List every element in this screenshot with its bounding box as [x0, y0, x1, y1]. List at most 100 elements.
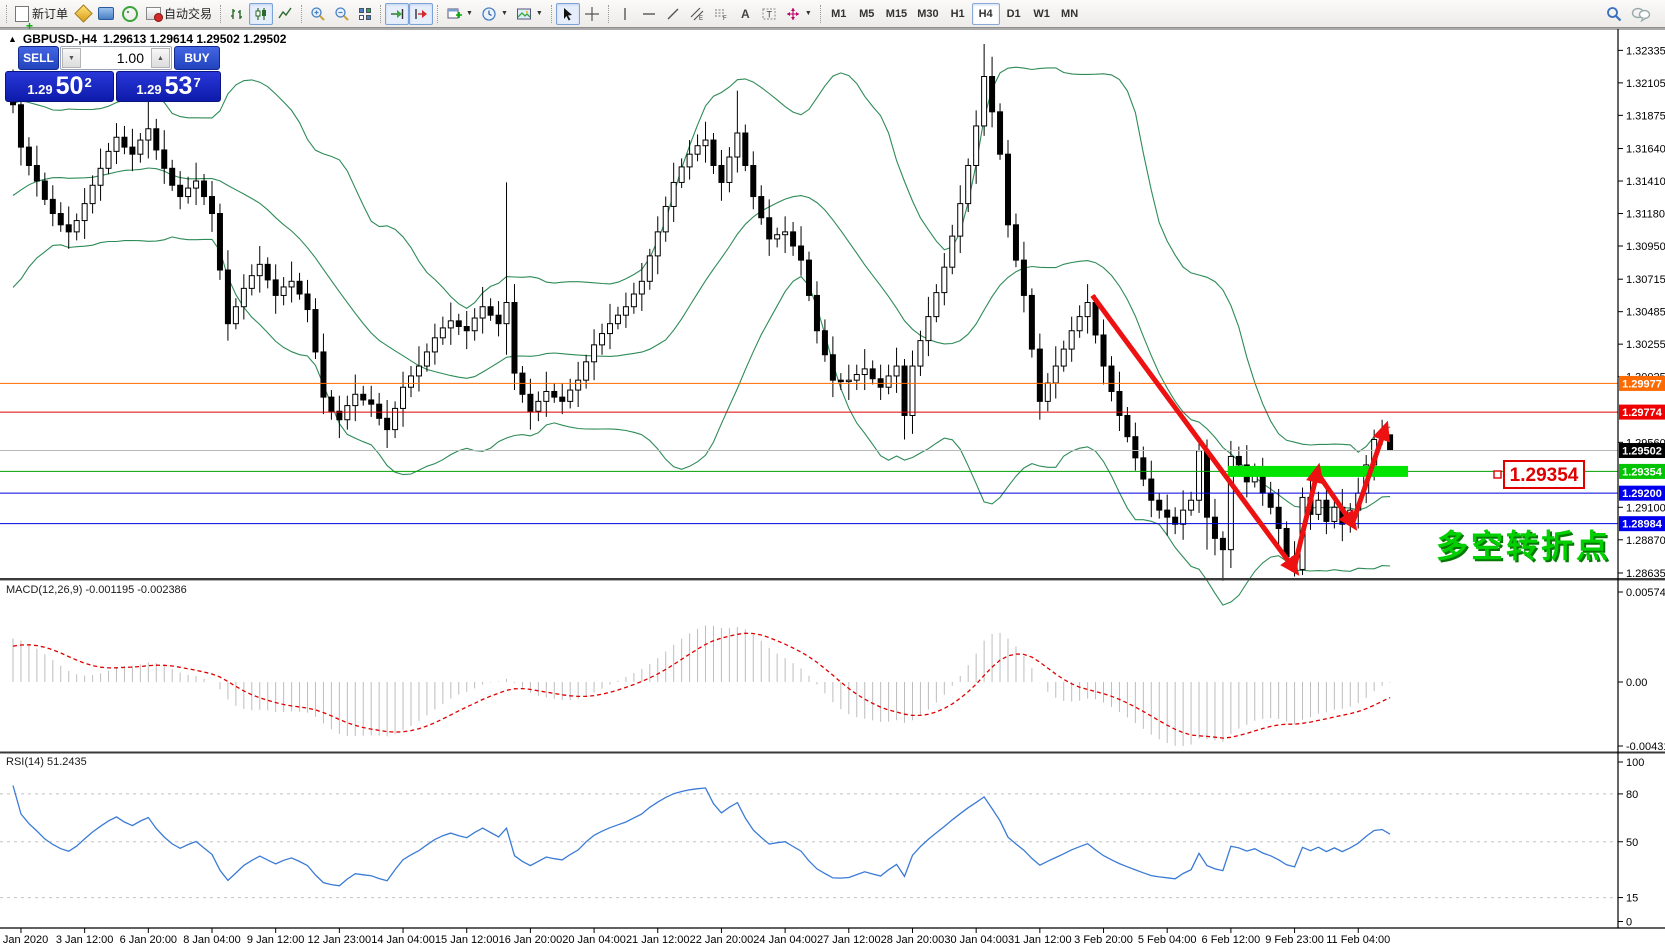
autotrading-button[interactable]: 自动交易: [142, 3, 216, 25]
candle-body: [821, 330, 828, 356]
trend-arrow[interactable]: [1090, 293, 1300, 576]
tile-windows-button[interactable]: [354, 3, 376, 25]
arrows-icon: [786, 7, 799, 20]
crosshair-button[interactable]: [580, 3, 604, 25]
candle-body: [1323, 499, 1330, 522]
rsi-pane-separator[interactable]: [0, 751, 1665, 754]
sell-button[interactable]: SELL: [18, 46, 59, 70]
timeframe-d1-button[interactable]: D1: [1000, 3, 1028, 25]
diamond-icon: [73, 4, 93, 23]
time-tick-label: 5 Feb 04:00: [1138, 934, 1197, 946]
bar-chart-button[interactable]: [225, 3, 249, 25]
timeframe-h4-button[interactable]: H4: [971, 2, 1000, 25]
zoom-in-icon: [311, 6, 325, 21]
candle-body: [169, 167, 176, 186]
candle-body: [439, 327, 446, 339]
arrows-dropdown[interactable]: ▼: [781, 3, 816, 25]
svg-text:T: T: [766, 9, 772, 19]
clock-icon: [482, 6, 496, 21]
toolbar-separator: [607, 4, 609, 23]
fibonacci-tool[interactable]: F: [709, 3, 733, 25]
buy-price-display[interactable]: 1.29 53 7: [116, 71, 221, 102]
equidistant-channel-tool[interactable]: E: [685, 3, 709, 25]
timeframe-m5-button[interactable]: M5: [853, 3, 881, 25]
trendline-tool[interactable]: [661, 3, 685, 25]
candle-body: [527, 393, 534, 412]
collapse-icon[interactable]: ▲: [8, 34, 17, 44]
candle-body: [614, 314, 621, 325]
time-tick-label: 20 Jan 04:00: [562, 934, 626, 946]
timeframe-m1-button[interactable]: M1: [825, 3, 853, 25]
price-axis[interactable]: 1.32335 1.32105 1.31875 1.31640 1.31410 1.311…: [1618, 45, 1665, 929]
zoom-out-icon: [335, 6, 349, 21]
new-order-button[interactable]: 新订单: [11, 3, 72, 25]
buy-price-base: 1.29: [136, 82, 162, 97]
candle-body: [1211, 516, 1218, 539]
new-chart-dropdown[interactable]: ▼: [442, 3, 477, 25]
chart-shift-button[interactable]: [409, 2, 434, 25]
toolbar-grip: [6, 4, 7, 23]
level-badge-label: 1.29774: [1622, 407, 1663, 419]
timeframe-h1-button[interactable]: H1: [944, 3, 972, 25]
candle-body: [344, 405, 351, 421]
symbol-period-label: GBPUSD-,H4: [22, 32, 97, 46]
profiles-dropdown[interactable]: ▼: [477, 3, 512, 25]
templates-dropdown[interactable]: ▼: [512, 3, 547, 25]
timeframe-w1-button[interactable]: W1: [1028, 3, 1056, 25]
cursor-button[interactable]: [555, 2, 580, 25]
timeframe-mn-button[interactable]: MN: [1056, 3, 1084, 25]
candle-body: [33, 164, 40, 182]
sell-price-display[interactable]: 1.29 50 2: [5, 71, 114, 102]
candle-body: [543, 390, 550, 402]
candlestick-chart-button[interactable]: [249, 2, 274, 25]
candle-body: [431, 337, 438, 353]
candle-body: [726, 156, 733, 183]
candle-body: [829, 354, 836, 381]
volume-increase-button[interactable]: ▲: [151, 48, 170, 68]
volume-decrease-button[interactable]: ▼: [62, 48, 81, 68]
chart-canvas[interactable]: 1.29354多空转折点多空转折点1.323351.321051.318751.…: [0, 0, 1665, 950]
candle-body: [774, 234, 781, 240]
text-label-tool[interactable]: T: [757, 3, 781, 25]
candle-body: [1267, 492, 1274, 508]
price-tick-label: 1.31875: [1626, 110, 1665, 122]
time-axis[interactable]: 2 Jan 2020 3 Jan 12:00 6 Jan 20:00 8 Jan 04…: [0, 928, 1390, 946]
metaeditor-button[interactable]: [72, 3, 94, 25]
search-button[interactable]: [1601, 3, 1627, 25]
text-tool[interactable]: A: [733, 3, 757, 25]
cursor-icon: [563, 7, 572, 20]
horizontal-line-tool[interactable]: [637, 3, 661, 25]
market-watch-button[interactable]: [94, 3, 118, 25]
macd-axis-label: 0.00: [1626, 677, 1647, 689]
time-tick-label: 3 Jan 12:00: [56, 934, 114, 946]
timeframe-m30-button[interactable]: M30: [912, 3, 943, 25]
line-chart-button[interactable]: [273, 3, 297, 25]
buy-button[interactable]: BUY: [174, 46, 220, 70]
candle-body: [949, 235, 956, 268]
auto-scroll-button[interactable]: [385, 2, 410, 25]
timeframe-m15-button[interactable]: M15: [881, 3, 912, 25]
candle-body: [925, 316, 932, 342]
candle-body: [1124, 414, 1131, 438]
candle-body: [65, 224, 72, 233]
zoom-out-button[interactable]: [330, 3, 354, 25]
candle-body: [288, 280, 295, 288]
vertical-line-tool[interactable]: [613, 3, 637, 25]
candle-body: [479, 306, 486, 319]
candle-body: [376, 403, 383, 419]
time-tick-label: 27 Jan 12:00: [817, 934, 881, 946]
candle-body: [408, 375, 414, 388]
trend-arrow[interactable]: [1292, 462, 1324, 568]
time-tick-label: 6 Feb 12:00: [1202, 934, 1261, 946]
chat-button[interactable]: [1627, 3, 1655, 25]
candle-body: [137, 139, 144, 155]
volume-value[interactable]: 1.00: [82, 47, 150, 69]
candle-body: [256, 263, 263, 277]
strategy-tester-button[interactable]: [118, 3, 142, 25]
zoom-in-button[interactable]: [306, 3, 330, 25]
candle-body: [638, 280, 645, 295]
time-tick-label: 11 Feb 04:00: [1326, 934, 1390, 946]
macd-pane-separator[interactable]: [0, 578, 1665, 581]
candle-body: [798, 245, 805, 261]
svg-text:F: F: [723, 16, 727, 22]
